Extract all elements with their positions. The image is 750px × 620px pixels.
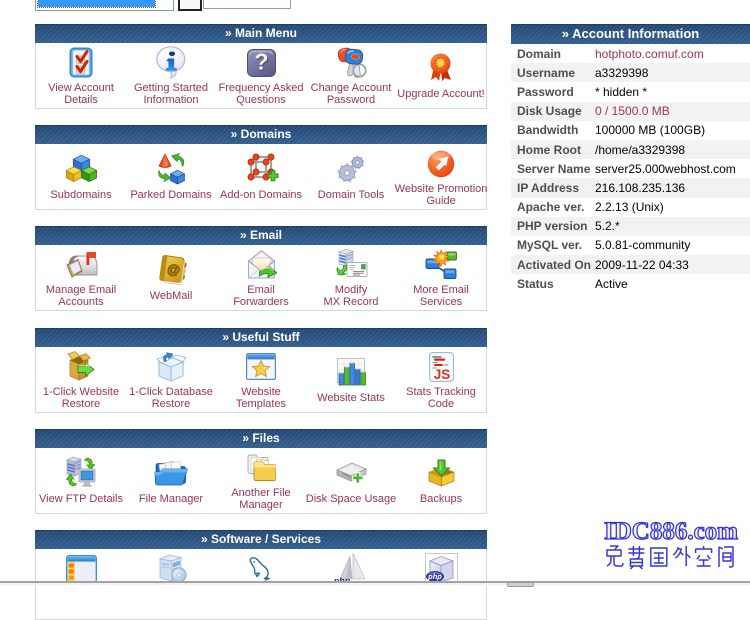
svg-text:php: php: [427, 572, 442, 581]
svg-text:@: @: [166, 261, 181, 278]
svg-text:JS: JS: [433, 367, 450, 382]
svg-text:?: ?: [254, 49, 268, 75]
